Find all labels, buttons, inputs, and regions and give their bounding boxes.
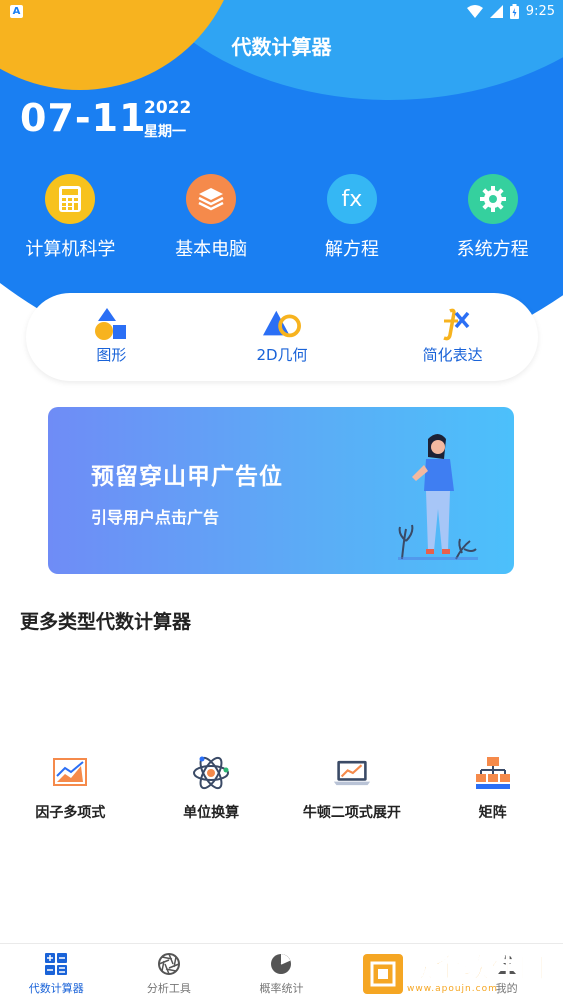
ad-banner[interactable]: 预留穿山甲广告位 引导用户点击广告: [48, 407, 514, 574]
sub-tools-card: 图形 2D几何 简化表达: [26, 293, 538, 381]
shapes-icon: [92, 307, 130, 341]
notification-icon: A: [10, 5, 23, 18]
tool-binomial-expansion[interactable]: 牛顿二项式展开: [282, 756, 423, 822]
tool-shapes[interactable]: 图形: [26, 293, 197, 381]
ad-illustration: [398, 434, 478, 560]
status-bar: A 9:25: [0, 0, 563, 24]
top-tools-grid: 计算机科学 基本电脑 fx 解方程 系统方程: [0, 174, 563, 261]
fx-icon: fx: [326, 174, 377, 224]
more-tool-label: 矩阵: [478, 805, 507, 821]
battery-icon: [509, 4, 519, 19]
date-weekday: 星期一: [144, 124, 186, 140]
gear-icon: [467, 174, 518, 224]
ad-subtitle: 引导用户点击广告: [91, 508, 220, 527]
tool-matrix[interactable]: 矩阵: [422, 756, 563, 822]
pie-icon: [269, 952, 293, 976]
watermark-url: www.apoujn.com: [407, 984, 498, 994]
watermark-text: 欧金软件园 www.apoujn.com: [406, 954, 548, 995]
sub-tool-label: 简化表达: [422, 346, 483, 364]
tool-basic-computer[interactable]: 基本电脑: [141, 174, 282, 261]
tool-solve-equation[interactable]: fx 解方程: [282, 174, 423, 261]
tool-label: 系统方程: [456, 239, 529, 260]
sub-tool-label: 图形: [96, 346, 127, 364]
page-title: 代数计算器: [231, 35, 332, 59]
calculator-icon: [45, 174, 96, 224]
layers-icon: [186, 174, 237, 224]
wifi-icon: [466, 5, 483, 18]
tool-system-equation[interactable]: 系统方程: [422, 174, 563, 261]
tool-2d-geometry[interactable]: 2D几何: [197, 293, 368, 381]
nav-label: 分析工具: [146, 982, 191, 995]
nav-analysis-tools[interactable]: 分析工具: [113, 944, 226, 1000]
more-tools-grid: 因子多项式 单位换算 牛顿二项式展开 矩阵: [0, 756, 563, 822]
watermark-logo-icon: [363, 954, 403, 994]
calculator-grid-icon: [44, 952, 68, 976]
tool-label: 解方程: [324, 239, 379, 260]
date-day: 07-11: [20, 96, 147, 140]
laptop-chart-icon: [333, 756, 371, 790]
status-indicators: 9:25: [466, 4, 555, 19]
nav-probability-stats[interactable]: 概率统计: [225, 944, 338, 1000]
date-year: 2022: [144, 98, 192, 118]
nav-label: 概率统计: [259, 982, 304, 995]
more-tool-label: 因子多项式: [35, 805, 106, 821]
geometry-icon: [263, 307, 301, 341]
tool-factor-polynomial[interactable]: 因子多项式: [0, 756, 141, 822]
watermark-name: 欧金软件园: [406, 954, 548, 985]
nav-algebra-calculator[interactable]: 代数计算器: [0, 944, 113, 1000]
tool-computer-science[interactable]: 计算机科学: [0, 174, 141, 261]
status-time: 9:25: [525, 4, 555, 19]
fx-simplify-icon: [434, 307, 472, 341]
tool-simplify-expression[interactable]: 简化表达: [367, 293, 538, 381]
nav-label: 代数计算器: [28, 982, 84, 995]
tool-label: 基本电脑: [175, 239, 248, 260]
watermark: 欧金软件园 www.apoujn.com: [363, 952, 559, 996]
more-tool-label: 牛顿二项式展开: [302, 805, 401, 821]
signal-icon: [489, 5, 503, 18]
matrix-icon: [474, 756, 512, 790]
section-title: 更多类型代数计算器: [20, 611, 192, 633]
ad-title: 预留穿山甲广告位: [91, 464, 283, 490]
tool-label: 计算机科学: [25, 239, 116, 260]
sub-tool-label: 2D几何: [256, 346, 308, 364]
aperture-icon: [157, 952, 181, 976]
tool-unit-conversion[interactable]: 单位换算: [141, 756, 282, 822]
more-tool-label: 单位换算: [183, 805, 240, 821]
atom-icon: [192, 756, 230, 790]
chart-icon: [51, 756, 89, 790]
